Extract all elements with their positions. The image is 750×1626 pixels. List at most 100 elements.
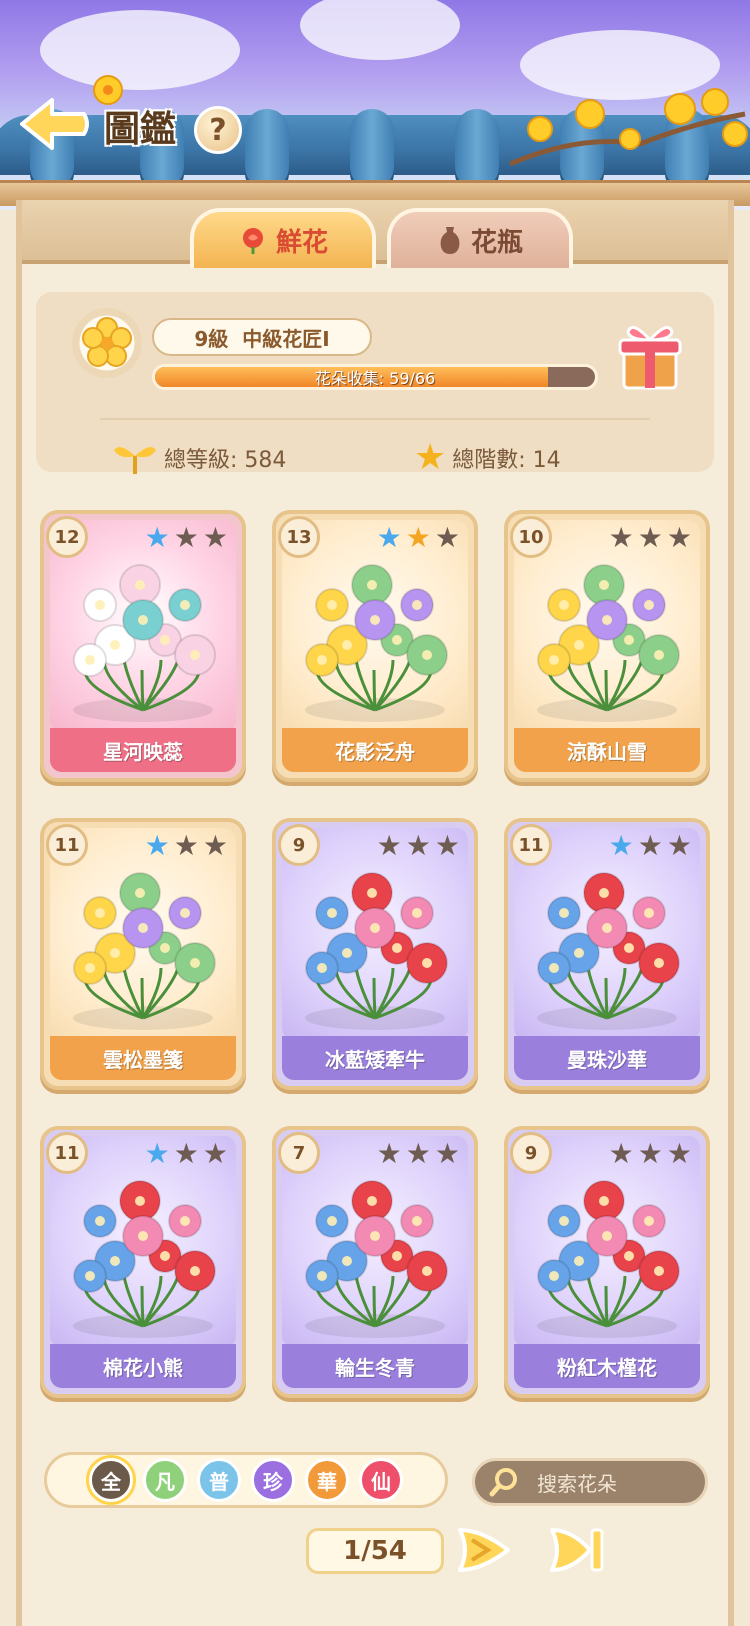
star-rating: ★ ★ ★ xyxy=(377,832,460,860)
flower-card[interactable]: 13 ★ ★ ★ 花影泛舟 xyxy=(272,510,478,782)
stats-divider xyxy=(100,418,650,420)
gray-star-icon: ★ xyxy=(666,829,692,862)
card-level-badge: 11 xyxy=(510,824,552,866)
flower-card[interactable]: 12 ★ ★ ★ 星河映蕊 xyxy=(40,510,246,782)
gray-star-icon: ★ xyxy=(376,829,402,862)
flower-card[interactable]: 7 ★ ★ ★ 輪生冬青 xyxy=(272,1126,478,1398)
plum-blossom-branch-icon xyxy=(509,88,748,167)
gray-star-icon: ★ xyxy=(637,829,663,862)
gray-star-icon: ★ xyxy=(608,521,634,554)
blue-star-icon: ★ xyxy=(144,521,170,554)
help-button[interactable]: ? xyxy=(194,106,242,154)
blue-star-icon: ★ xyxy=(608,829,634,862)
gray-star-icon: ★ xyxy=(666,521,692,554)
card-level-badge: 11 xyxy=(46,1132,88,1174)
search-input[interactable]: 搜索花朵 xyxy=(472,1458,708,1506)
star-rating: ★ ★ ★ xyxy=(145,1140,228,1168)
gray-star-icon: ★ xyxy=(173,521,199,554)
card-name: 星河映蕊 xyxy=(50,728,236,772)
card-name: 花影泛舟 xyxy=(282,728,468,772)
star-rating: ★ ★ ★ xyxy=(145,524,228,552)
card-name: 涼酥山雪 xyxy=(514,728,700,772)
gold-star-icon: ★ xyxy=(405,521,431,554)
flower-card[interactable]: 11 ★ ★ ★ 雲松墨箋 xyxy=(40,818,246,1090)
rarity-filter-button[interactable]: 普 xyxy=(197,1458,241,1502)
sprout-icon xyxy=(114,447,156,474)
rarity-filter-button[interactable]: 全 xyxy=(89,1458,133,1502)
total-level-stat: 總等級: 584 xyxy=(112,440,286,476)
gray-star-icon: ★ xyxy=(202,1137,228,1170)
rarity-filter-bar: 全凡普珍華仙 xyxy=(44,1452,448,1508)
total-tiers-stat: ★ 總階數: 14 xyxy=(414,440,561,476)
gray-star-icon: ★ xyxy=(405,1137,431,1170)
gray-star-icon: ★ xyxy=(173,829,199,862)
gray-star-icon: ★ xyxy=(173,1137,199,1170)
card-level-badge: 13 xyxy=(278,516,320,558)
rank-emblem xyxy=(72,308,142,378)
flower-card[interactable]: 11 ★ ★ ★ 棉花小熊 xyxy=(40,1126,246,1398)
gray-star-icon: ★ xyxy=(434,1137,460,1170)
star-rating: ★ ★ ★ xyxy=(609,832,692,860)
card-name: 輪生冬青 xyxy=(282,1344,468,1388)
vase-icon xyxy=(440,227,460,254)
blue-star-icon: ★ xyxy=(144,829,170,862)
card-name: 雲松墨箋 xyxy=(50,1036,236,1080)
card-name: 曼珠沙華 xyxy=(514,1036,700,1080)
gray-star-icon: ★ xyxy=(666,1137,692,1170)
next-page-button[interactable] xyxy=(452,1522,516,1578)
tab-flowers[interactable]: 鮮花 xyxy=(190,208,376,268)
gray-star-icon: ★ xyxy=(434,829,460,862)
rose-icon xyxy=(242,228,263,254)
gray-star-icon: ★ xyxy=(434,521,460,554)
gray-star-icon: ★ xyxy=(608,1137,634,1170)
card-name: 冰藍矮牽牛 xyxy=(282,1036,468,1080)
card-level-badge: 9 xyxy=(278,824,320,866)
card-level-badge: 7 xyxy=(278,1132,320,1174)
tab-bar: 鮮花 花瓶 xyxy=(22,200,728,268)
back-arrow-button[interactable] xyxy=(18,96,90,152)
level-number: 9級 xyxy=(194,326,229,351)
gray-star-icon: ★ xyxy=(405,829,431,862)
card-name: 棉花小熊 xyxy=(50,1344,236,1388)
page-title: 圖鑑 xyxy=(104,108,177,150)
card-level-badge: 9 xyxy=(510,1132,552,1174)
tab-vases-label: 花瓶 xyxy=(470,227,523,258)
last-page-button[interactable] xyxy=(546,1522,610,1578)
flower-card[interactable]: 10 ★ ★ ★ 涼酥山雪 xyxy=(504,510,710,782)
blue-star-icon: ★ xyxy=(144,1137,170,1170)
rarity-filter-button[interactable]: 珍 xyxy=(251,1458,295,1502)
gold-star-icon: ★ xyxy=(414,437,447,478)
flower-card[interactable]: 9 ★ ★ ★ 冰藍矮牽牛 xyxy=(272,818,478,1090)
level-pill: 9級 中級花匠Ⅰ xyxy=(152,318,372,356)
tab-flowers-label: 鮮花 xyxy=(275,227,328,258)
total-level-text: 總等級: 584 xyxy=(164,448,287,473)
gray-star-icon: ★ xyxy=(202,829,228,862)
gray-star-icon: ★ xyxy=(202,521,228,554)
card-level-badge: 10 xyxy=(510,516,552,558)
total-tiers-text: 總階數: 14 xyxy=(452,448,561,473)
flower-card[interactable]: 11 ★ ★ ★ 曼珠沙華 xyxy=(504,818,710,1090)
gray-star-icon: ★ xyxy=(637,521,663,554)
search-icon xyxy=(489,1468,517,1497)
progress-text: 花朵收集: 59/66 xyxy=(314,369,436,388)
tab-vases[interactable]: 花瓶 xyxy=(387,208,573,268)
card-level-badge: 11 xyxy=(46,824,88,866)
star-rating: ★ ★ ★ xyxy=(377,1140,460,1168)
gray-star-icon: ★ xyxy=(376,1137,402,1170)
rarity-filter-button[interactable]: 凡 xyxy=(143,1458,187,1502)
gray-star-icon: ★ xyxy=(637,1137,663,1170)
star-rating: ★ ★ ★ xyxy=(609,524,692,552)
rarity-filter-button[interactable]: 華 xyxy=(305,1458,349,1502)
star-rating: ★ ★ ★ xyxy=(377,524,460,552)
rarity-filter-button[interactable]: 仙 xyxy=(359,1458,403,1502)
level-title: 中級花匠Ⅰ xyxy=(242,326,330,351)
blue-star-icon: ★ xyxy=(376,521,402,554)
star-rating: ★ ★ ★ xyxy=(145,832,228,860)
card-level-badge: 12 xyxy=(46,516,88,558)
search-placeholder: 搜索花朵 xyxy=(537,1471,617,1496)
page-indicator: 1/54 xyxy=(306,1528,444,1574)
star-rating: ★ ★ ★ xyxy=(609,1140,692,1168)
card-name: 粉紅木槿花 xyxy=(514,1344,700,1388)
flower-card[interactable]: 9 ★ ★ ★ 粉紅木槿花 xyxy=(504,1126,710,1398)
gift-box-button[interactable] xyxy=(616,318,684,392)
